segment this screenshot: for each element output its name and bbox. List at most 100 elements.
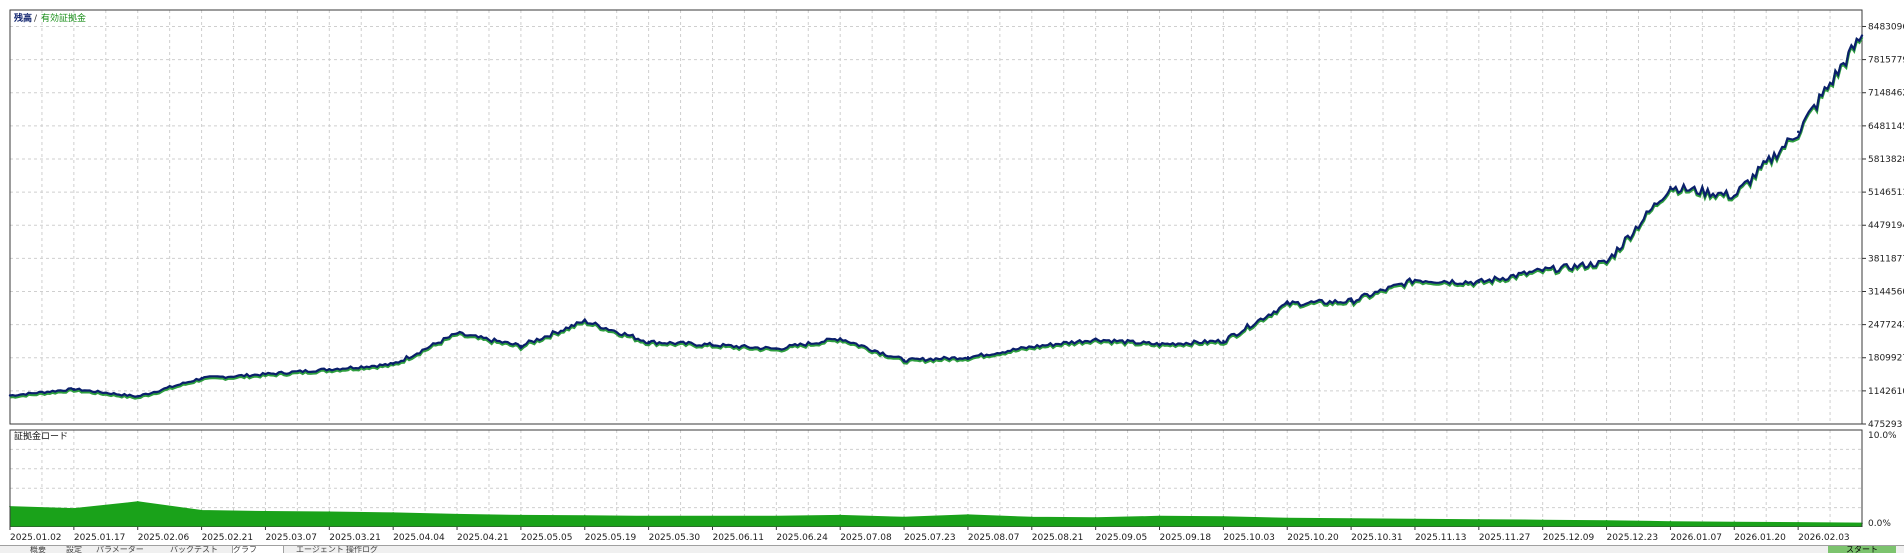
y-tick-label: 0.0%: [1868, 519, 1891, 527]
data-point: [456, 513, 458, 516]
data-point: [903, 516, 905, 519]
date-axis: 2025.01.02 2025.01.17 2025.02.06 2025.02.21…: [9, 527, 1850, 543]
data-point: [711, 515, 714, 518]
data-point: [264, 510, 267, 513]
y-tick-label: 1809927: [1868, 354, 1904, 364]
data-point: [1286, 517, 1289, 520]
x-tick-label: 2025.05.05: [521, 533, 573, 543]
data-point: [775, 515, 778, 518]
data-point: [328, 367, 331, 371]
data-point: [711, 343, 714, 347]
data-point: [1222, 339, 1225, 343]
data-point: [775, 347, 778, 351]
data-point: [1860, 34, 1864, 37]
data-point: [1349, 299, 1353, 303]
x-tick-label: 2025.02.21: [202, 533, 254, 543]
legend-balance: 残高: [14, 12, 32, 24]
y-tick-label: 3811877: [1868, 254, 1904, 264]
legend-equity: 有効証拠金: [41, 12, 86, 24]
data-point: [200, 509, 203, 512]
x-tick-label: 2025.11.27: [1479, 533, 1531, 543]
data-point: [1222, 516, 1225, 518]
data-point: [1605, 519, 1608, 522]
x-tick-label: 2025.02.06: [138, 533, 190, 543]
x-tick-label: 2026.01.20: [1734, 533, 1786, 543]
x-tick-label: 2025.01.02: [10, 533, 62, 543]
y-tick-label: 8483096: [1868, 22, 1904, 32]
data-point: [72, 387, 76, 391]
data-point: [583, 515, 586, 517]
x-tick-label: 2025.05.30: [649, 533, 701, 543]
data-point: [392, 512, 394, 514]
data-point: [1733, 194, 1736, 198]
y-tick-label: 10.0%: [1868, 431, 1897, 441]
y-tick-label: 5146511: [1868, 188, 1904, 198]
data-point: [1414, 518, 1416, 521]
data-point: [1605, 261, 1608, 264]
data-point: [1477, 281, 1481, 284]
x-tick-label: 2026.02.03: [1798, 533, 1850, 543]
x-tick-label: 2025.09.05: [1096, 533, 1148, 543]
x-tick-label: 2025.08.07: [968, 533, 1020, 543]
data-point: [136, 500, 139, 503]
data-point: [519, 344, 523, 348]
x-tick-label: 2025.12.23: [1607, 533, 1659, 543]
x-tick-label: 2025.10.20: [1287, 533, 1339, 543]
x-tick-label: 2025.09.18: [1160, 533, 1212, 543]
data-point: [1158, 515, 1161, 518]
data-point: [8, 394, 12, 397]
x-tick-label: 2025.04.21: [457, 533, 509, 543]
data-point: [200, 376, 203, 380]
data-point: [1796, 130, 1800, 134]
data-point: [1541, 519, 1544, 522]
y-tick-label: 6481145: [1868, 122, 1904, 132]
data-point: [1030, 345, 1033, 349]
data-point: [1733, 521, 1736, 523]
data-point: [73, 507, 75, 510]
data-point: [647, 515, 650, 518]
data-point: [1669, 520, 1672, 523]
margin-load-chart: 10.0% 0.0% 証拠金ロード: [9, 429, 1897, 527]
data-point: [1413, 278, 1417, 282]
data-point: [839, 514, 842, 517]
data-point: [328, 511, 331, 513]
y-tick-label: 475293: [1868, 420, 1902, 427]
data-point: [1350, 517, 1352, 520]
data-point: [455, 332, 459, 335]
y-tick-label: 2477243: [1868, 321, 1904, 331]
x-tick-label: 2025.11.13: [1415, 533, 1467, 543]
y-tick-label: 3144560: [1868, 287, 1904, 297]
data-point: [1541, 269, 1544, 272]
y-tick-label: 1142610: [1868, 387, 1904, 397]
x-tick-label: 2025.01.17: [74, 533, 126, 543]
data-point: [1669, 185, 1672, 189]
data-point: [1094, 516, 1097, 519]
x-tick-label: 2025.03.07: [265, 533, 317, 543]
data-point: [391, 362, 395, 366]
data-point: [1797, 521, 1799, 524]
x-tick-label: 2025.07.23: [904, 533, 956, 543]
data-point: [136, 395, 139, 398]
data-point: [902, 359, 906, 362]
x-tick-label: 2025.12.09: [1543, 533, 1595, 543]
x-tick-label: 2025.10.03: [1223, 533, 1275, 543]
x-tick-label: 2025.06.11: [712, 533, 764, 543]
data-point: [647, 340, 650, 344]
data-point: [520, 514, 522, 517]
y-tick-label: 7815779: [1868, 56, 1904, 66]
y-tick-label: 4479194: [1868, 221, 1904, 231]
data-point: [1030, 516, 1033, 519]
data-point: [583, 319, 586, 323]
data-point: [839, 337, 842, 340]
y-tick-label: 5813828: [1868, 155, 1904, 165]
x-tick-label: 2025.07.08: [840, 533, 892, 543]
data-point: [967, 514, 969, 516]
data-point: [1094, 338, 1097, 341]
data-point: [966, 356, 970, 359]
x-tick-label: 2026.01.07: [1670, 533, 1722, 543]
x-tick-label: 2025.04.04: [393, 533, 445, 543]
data-point: [1286, 302, 1289, 305]
balance-chart: 8483096 7815779 7148462 6481145 5813828 51465…: [8, 9, 1904, 427]
x-tick-label: 2025.03.21: [329, 533, 381, 543]
data-point: [1158, 343, 1161, 346]
